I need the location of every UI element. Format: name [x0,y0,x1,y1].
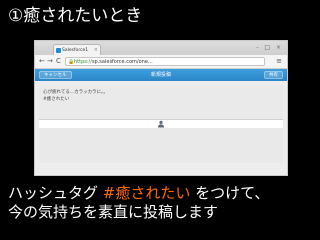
tab-strip: Salesforce1 × - □ × [35,41,287,55]
post-line-2: #癒されたい [43,97,70,102]
caption-suffix: をつけて、 [190,184,270,202]
post-line-1: 心が疲れてる...カラッカラに。。 [43,90,108,95]
tab-close-icon[interactable]: × [94,45,98,55]
browser-tab[interactable]: Salesforce1 × [53,44,101,55]
caption-line-2: 今の気持ちを素直に投稿します [8,203,219,221]
post-textarea[interactable]: 心が疲れてる...カラッカラに。。 #癒されたい [39,85,283,120]
browser-window: Salesforce1 × - □ × ← → C 🔒 https://sp.s… [34,40,288,176]
lock-icon: 🔒 [68,59,75,65]
salesforce-favicon-icon [56,48,61,53]
person-attach-icon[interactable] [157,120,165,131]
browser-menu-icon[interactable]: ≡ [276,56,282,67]
reload-icon[interactable]: C [56,56,61,67]
attach-toolbar [39,120,283,128]
back-icon[interactable]: ← [39,56,45,67]
publisher-header: 新規投稿 キャンセル 共有 [35,69,287,81]
caption-hashtag: #癒されたい [102,184,191,202]
publisher-title: 新規投稿 [150,72,171,78]
caption-line-1: ハッシュタグ #癒されたい をつけて、 [8,184,269,202]
forward-icon[interactable]: → [47,56,53,67]
address-bar: ← → C 🔒 https://sp.salesforce.com/one...… [35,55,287,69]
url-text: sp.salesforce.com/one... [91,59,153,65]
tab-title: Salesforce1 [62,48,89,53]
url-input[interactable]: 🔒 https://sp.salesforce.com/one... [65,57,265,66]
window-controls[interactable]: - □ × [256,44,283,51]
person-attach-icon-svg [158,120,164,128]
slide-title: ①癒されたいとき [8,6,143,26]
url-scheme: https:// [74,59,92,65]
compose-area: 心が疲れてる...カラッカラに。。 #癒されたい [39,85,283,163]
share-button[interactable]: 共有 [264,71,283,79]
cancel-button[interactable]: キャンセル [39,71,72,79]
caption-prefix: ハッシュタグ [8,184,103,202]
